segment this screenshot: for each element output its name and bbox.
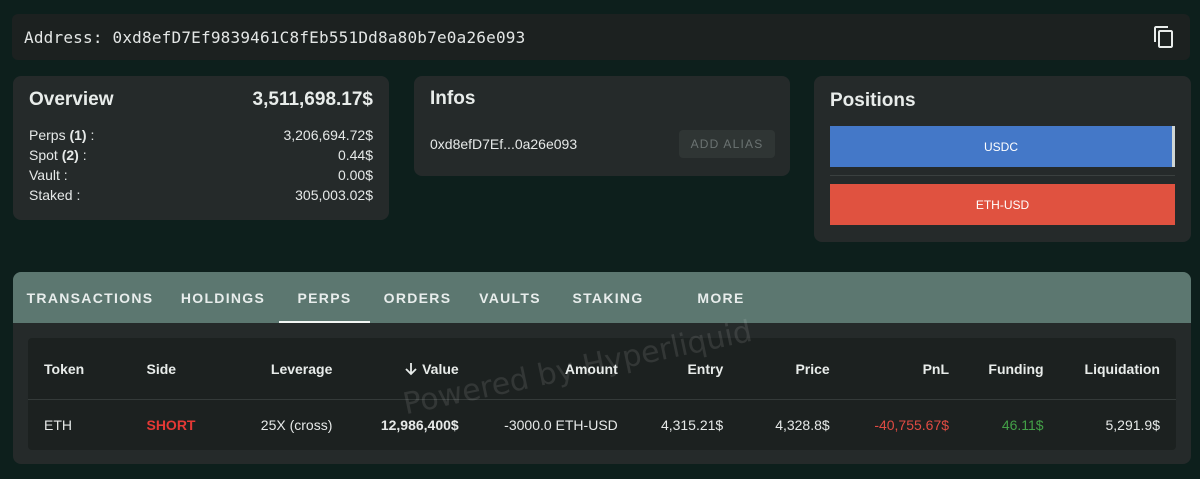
overview-row-spot: Spot (2) : 0.44$ <box>29 147 373 167</box>
header-side[interactable]: Side <box>130 361 232 377</box>
overview-title: Overview <box>29 89 114 110</box>
overview-row-staked: Staked : 305,003.02$ <box>29 187 373 207</box>
cell-entry: 4,315.21$ <box>660 417 724 433</box>
header-entry[interactable]: Entry <box>634 361 739 377</box>
arrow-down-icon <box>405 362 417 375</box>
main-panel: TRANSACTIONS HOLDINGS PERPS ORDERS VAULT… <box>13 272 1191 464</box>
header-price[interactable]: Price <box>739 361 845 377</box>
overview-total: 3,511,698.17$ <box>252 89 373 110</box>
header-liquidation[interactable]: Liquidation <box>1060 361 1176 377</box>
overview-row-value: 305,003.02$ <box>295 187 373 203</box>
overview-row-label: Perps (1) : <box>29 127 95 143</box>
tab-staking[interactable]: STAKING <box>555 272 661 323</box>
cell-price: 4,328.8$ <box>775 417 830 433</box>
header-leverage[interactable]: Leverage <box>232 361 348 377</box>
cell-value: 12,986,400$ <box>380 417 459 433</box>
tab-perps[interactable]: PERPS <box>279 272 370 323</box>
overview-row-value: 0.44$ <box>337 147 373 163</box>
overview-row-label: Vault : <box>29 167 68 183</box>
add-alias-button[interactable]: ADD ALIAS <box>679 130 775 158</box>
header-value[interactable]: Value <box>348 361 474 377</box>
cell-pnl: -40,755.67$ <box>874 417 950 433</box>
header-funding[interactable]: Funding <box>965 361 1060 377</box>
infos-card: Infos 0xd8efD7Ef...0a26e093 ADD ALIAS <box>414 76 790 176</box>
cell-amount: -3000.0 ETH-USD <box>504 417 618 433</box>
address-bar: Address: 0xd8efD7Ef9839461C8fEb551Dd8a80… <box>12 14 1190 60</box>
header-pnl[interactable]: PnL <box>846 361 965 377</box>
overview-row-value: 3,206,694.72$ <box>283 127 373 143</box>
position-eth-usd[interactable]: ETH-USD <box>830 184 1175 225</box>
tab-transactions[interactable]: TRANSACTIONS <box>13 272 167 323</box>
overview-row-value: 0.00$ <box>337 167 373 183</box>
tab-vaults[interactable]: VAULTS <box>465 272 555 323</box>
overview-row-perps: Perps (1) : 3,206,694.72$ <box>29 127 373 147</box>
overview-card: Overview 3,511,698.17$ Perps (1) : 3,206… <box>13 76 389 220</box>
table-row: ETH SHORT 25X (cross) 12,986,400$ -3000.… <box>28 400 1176 450</box>
cell-leverage: 25X (cross) <box>260 417 333 433</box>
copy-icon[interactable] <box>1152 25 1176 49</box>
tab-holdings[interactable]: HOLDINGS <box>167 272 279 323</box>
header-value-label: Value <box>422 360 459 377</box>
header-token[interactable]: Token <box>28 361 130 377</box>
cell-token: ETH <box>44 417 72 433</box>
cell-funding: 46.11$ <box>1001 417 1044 433</box>
tab-bar: TRANSACTIONS HOLDINGS PERPS ORDERS VAULT… <box>13 272 1191 323</box>
overview-row-label: Staked : <box>29 187 81 203</box>
cell-liquidation: 5,291.9$ <box>1105 417 1160 433</box>
cell-side: SHORT <box>146 417 196 433</box>
divider <box>830 175 1175 176</box>
perps-table: Token Side Leverage Value Amount Entry P… <box>28 338 1176 450</box>
short-address: 0xd8efD7Ef...0a26e093 <box>430 136 578 152</box>
tab-orders[interactable]: ORDERS <box>370 272 465 323</box>
position-usdc[interactable]: USDC <box>830 126 1175 167</box>
overview-row-vault: Vault : 0.00$ <box>29 167 373 187</box>
overview-row-label: Spot (2) : <box>29 147 87 163</box>
table-header: Token Side Leverage Value Amount Entry P… <box>28 338 1176 400</box>
header-amount[interactable]: Amount <box>475 361 634 377</box>
positions-card: Positions USDC ETH-USD <box>814 76 1191 242</box>
tab-more[interactable]: MORE <box>661 272 781 323</box>
positions-title: Positions <box>830 90 916 111</box>
address-text: Address: 0xd8efD7Ef9839461C8fEb551Dd8a80… <box>24 27 526 47</box>
infos-title: Infos <box>430 88 476 109</box>
